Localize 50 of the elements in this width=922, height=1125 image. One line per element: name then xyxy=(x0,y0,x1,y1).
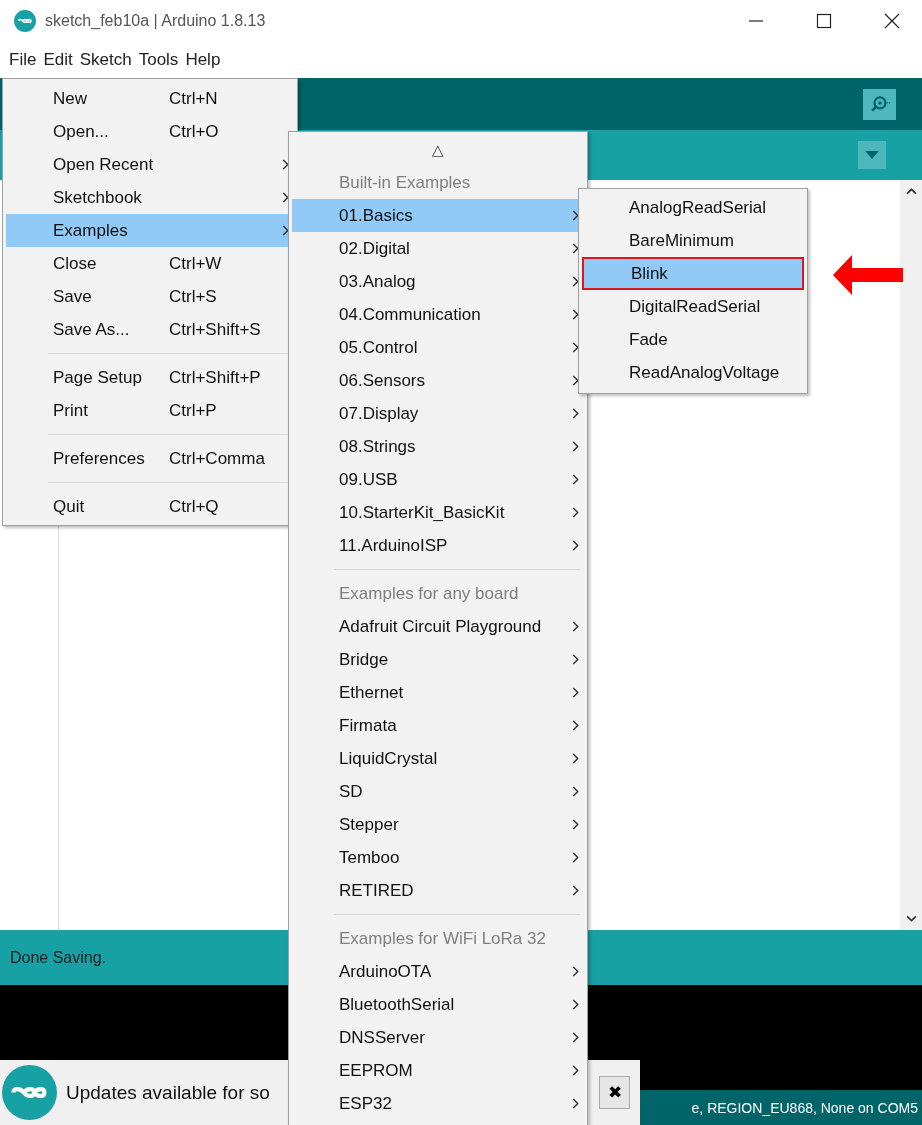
menu-item[interactable]: Adafruit Circuit Playground xyxy=(292,610,584,643)
menu-item[interactable]: RETIRED xyxy=(292,874,584,907)
menu-item[interactable]: SD xyxy=(292,775,584,808)
menu-item[interactable]: ReadAnalogVoltage xyxy=(582,356,804,389)
menu-item[interactable]: 09.USB xyxy=(292,463,584,496)
menu-section-header: Built-in Examples xyxy=(338,171,472,194)
close-icon[interactable] xyxy=(884,13,900,29)
board-info: e, REGION_EU868, None on COM5 xyxy=(691,1099,918,1116)
menu-item[interactable]: File xyxy=(6,50,41,70)
status-message: Done Saving. xyxy=(10,948,107,967)
menu-item[interactable]: 08.Strings xyxy=(292,430,584,463)
menu-item[interactable]: Help xyxy=(182,50,225,70)
menu-item[interactable]: BareMinimum xyxy=(582,224,804,257)
window-title: sketch_feb10a | Arduino 1.8.13 xyxy=(45,12,266,30)
tab-menu-button[interactable] xyxy=(858,141,886,169)
menu-item[interactable]: DNSServer xyxy=(292,1021,584,1054)
close-notification-button[interactable]: ✖ xyxy=(599,1076,630,1109)
menu-item[interactable]: ArduinoOTA xyxy=(292,955,584,988)
arduino-logo-icon xyxy=(14,10,36,32)
menu-item[interactable]: Blink xyxy=(582,257,804,290)
menu-item[interactable]: LiquidCrystal xyxy=(292,742,584,775)
menu-section-header: Examples for WiFi LoRa 32 xyxy=(338,927,547,950)
scrollbar[interactable] xyxy=(900,180,922,930)
menu-item[interactable]: 11.ArduinoISP xyxy=(292,529,584,562)
menu-item[interactable]: Tools xyxy=(135,50,183,70)
serial-monitor-button[interactable] xyxy=(863,88,896,120)
menu-item[interactable]: New Ctrl+N xyxy=(6,82,294,115)
menu-item[interactable]: Fade xyxy=(582,323,804,356)
scroll-up-icon[interactable] xyxy=(905,188,917,195)
menu-item[interactable]: Firmata xyxy=(292,709,584,742)
menu-item[interactable]: Temboo xyxy=(292,841,584,874)
menu-item[interactable]: Ethernet xyxy=(292,676,584,709)
menu-item[interactable]: Sketch xyxy=(76,50,136,70)
menu-section-header: Examples for any board xyxy=(338,582,520,605)
menu-item[interactable]: EEPROM xyxy=(292,1054,584,1087)
menu-item[interactable]: ESP32 xyxy=(292,1087,584,1120)
arduino-logo-icon xyxy=(2,1065,57,1120)
menu-item[interactable]: Edit xyxy=(40,50,77,70)
menu-item[interactable]: 10.StarterKit_BasicKit xyxy=(292,496,584,529)
menu-item[interactable]: DigitalReadSerial xyxy=(582,290,804,323)
maximize-icon[interactable] xyxy=(816,13,832,29)
menu-item[interactable]: AnalogReadSerial xyxy=(582,191,804,224)
menu-item[interactable]: BluetoothSerial xyxy=(292,988,584,1021)
scroll-up-icon[interactable]: △ xyxy=(292,134,584,166)
scroll-down-icon[interactable] xyxy=(905,915,917,922)
menu-item[interactable]: Bridge xyxy=(292,643,584,676)
notification-text: Updates available for so xyxy=(66,1081,270,1104)
menu-item[interactable]: 07.Display xyxy=(292,397,584,430)
menu-item[interactable]: Stepper xyxy=(292,808,584,841)
caret-icon xyxy=(865,150,879,160)
